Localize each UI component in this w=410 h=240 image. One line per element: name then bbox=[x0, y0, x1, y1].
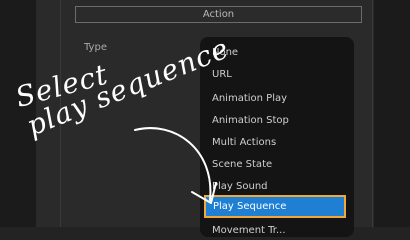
annotation-arrow-icon bbox=[134, 127, 217, 204]
